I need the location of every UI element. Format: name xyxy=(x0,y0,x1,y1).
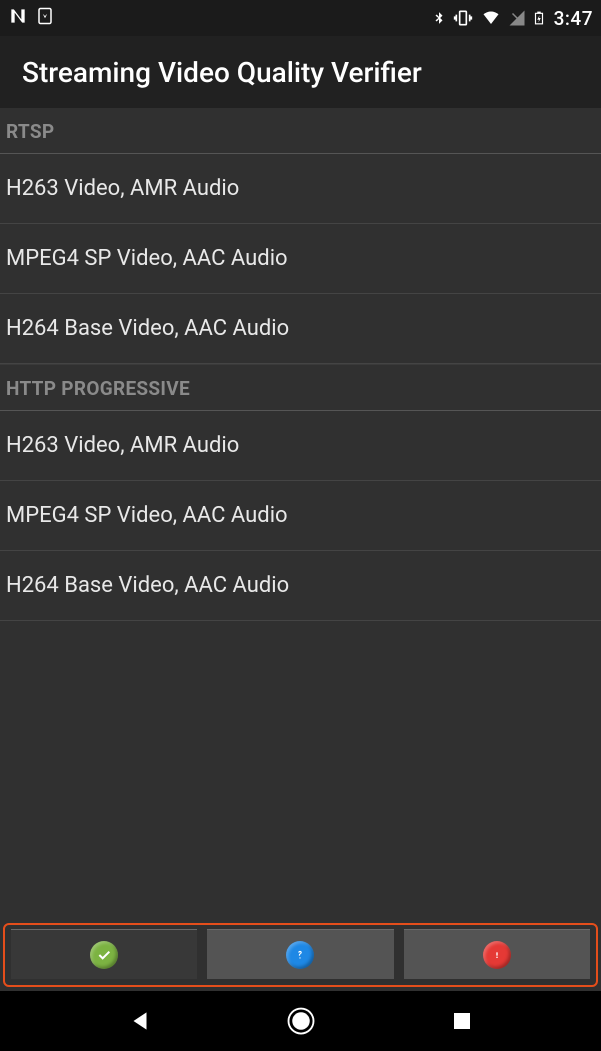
fail-button[interactable] xyxy=(404,929,590,979)
status-bar: 3:47 xyxy=(0,0,601,36)
info-button[interactable] xyxy=(207,929,393,979)
android-n-icon xyxy=(8,6,28,31)
list-item[interactable]: MPEG4 SP Video, AAC Audio xyxy=(0,224,601,294)
nav-home-button[interactable] xyxy=(286,1006,316,1036)
app-title: Streaming Video Quality Verifier xyxy=(22,56,422,89)
list-item[interactable]: H263 Video, AMR Audio xyxy=(0,154,601,224)
nav-back-button[interactable] xyxy=(127,1008,153,1034)
check-icon xyxy=(90,941,118,969)
section-header-http-progressive: HTTP PROGRESSIVE xyxy=(0,364,601,411)
wifi-icon xyxy=(480,9,502,27)
list-item[interactable]: MPEG4 SP Video, AAC Audio xyxy=(0,481,601,551)
signal-icon xyxy=(508,9,526,27)
nav-recents-button[interactable] xyxy=(450,1009,474,1033)
result-button-bar xyxy=(3,923,598,987)
status-clock: 3:47 xyxy=(554,7,593,30)
list-item[interactable]: H264 Base Video, AAC Audio xyxy=(0,551,601,621)
navigation-bar xyxy=(0,991,601,1051)
app-bar: Streaming Video Quality Verifier xyxy=(0,36,601,108)
battery-charging-icon xyxy=(532,7,546,29)
section-header-rtsp: RTSP xyxy=(0,108,601,154)
exclamation-icon xyxy=(483,941,511,969)
question-icon xyxy=(286,941,314,969)
vibrate-icon xyxy=(452,8,474,28)
list-item[interactable]: H264 Base Video, AAC Audio xyxy=(0,294,601,364)
bluetooth-icon xyxy=(432,7,446,29)
pass-button[interactable] xyxy=(11,929,197,979)
download-icon xyxy=(36,6,54,31)
test-list: RTSP H263 Video, AMR Audio MPEG4 SP Vide… xyxy=(0,108,601,923)
list-item[interactable]: H263 Video, AMR Audio xyxy=(0,411,601,481)
